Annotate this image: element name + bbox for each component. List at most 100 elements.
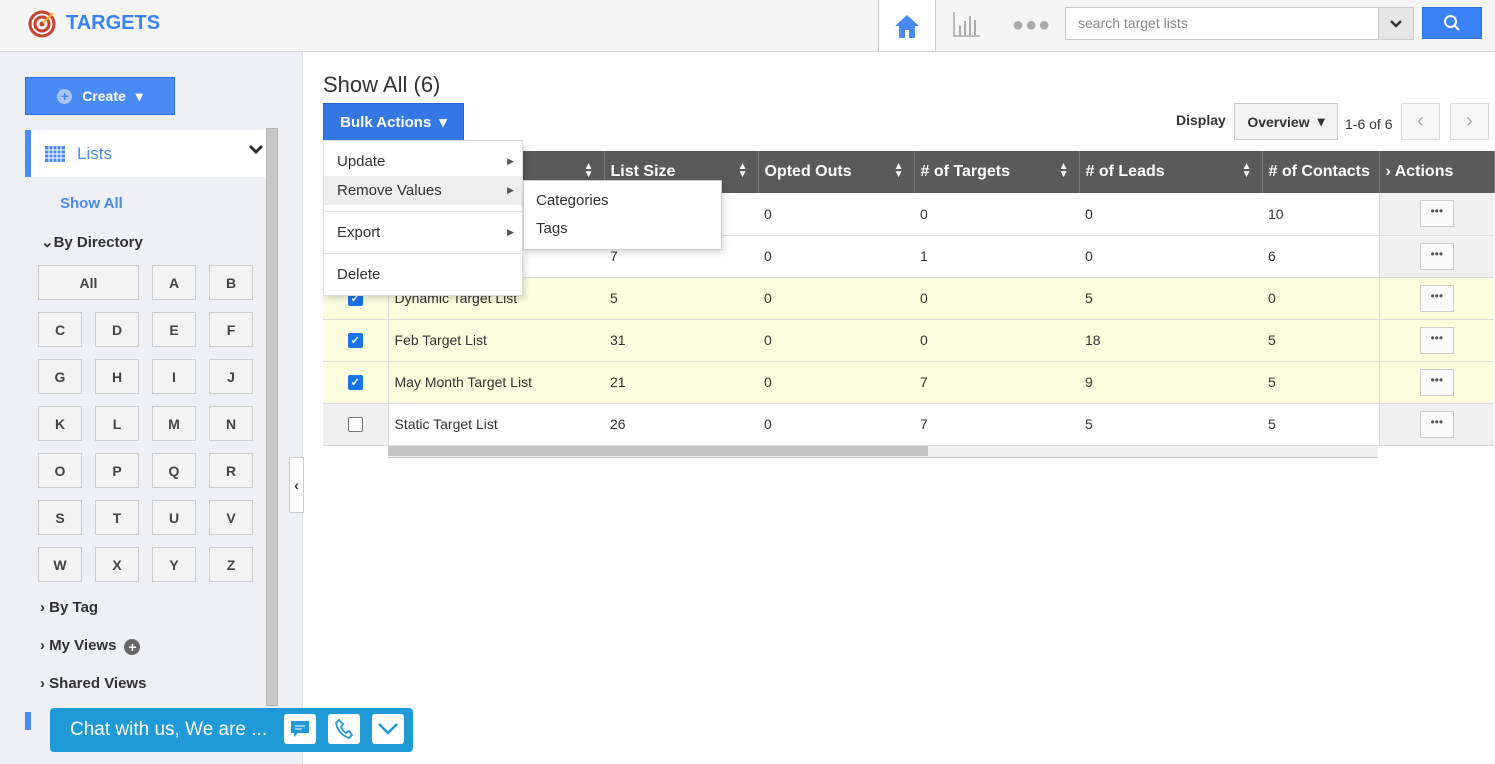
directory-letter-q[interactable]: Q bbox=[152, 453, 196, 488]
directory-letter-y[interactable]: Y bbox=[152, 547, 196, 582]
home-tab[interactable] bbox=[878, 0, 936, 51]
row-checkbox[interactable] bbox=[347, 417, 363, 433]
table-row[interactable]: ✓ May Month Target List 21 0 7 9 5 ••• bbox=[323, 361, 1494, 404]
cell-value: 10 bbox=[1262, 193, 1379, 236]
add-view-icon[interactable]: + bbox=[124, 639, 141, 655]
directory-letter-c[interactable]: C bbox=[38, 312, 82, 347]
menu-divider bbox=[324, 253, 522, 254]
sidebar-item-lists[interactable]: Lists bbox=[25, 130, 266, 177]
cell-value: 0 bbox=[1079, 235, 1262, 278]
row-checkbox[interactable]: ✓ bbox=[347, 333, 363, 349]
by-tag-toggle[interactable]: › By Tag bbox=[40, 599, 98, 616]
prev-page-button[interactable]: ‹ bbox=[1401, 103, 1440, 140]
directory-letter-f[interactable]: F bbox=[209, 312, 253, 347]
directory-letter-r[interactable]: R bbox=[209, 453, 253, 488]
directory-letter-v[interactable]: V bbox=[209, 500, 253, 535]
cell-value: 7 bbox=[914, 403, 1079, 446]
row-checkbox-cell[interactable] bbox=[323, 403, 389, 446]
directory-letter-o[interactable]: O bbox=[38, 453, 82, 488]
horizontal-scrollbar[interactable] bbox=[388, 446, 1378, 458]
directory-letter-all[interactable]: All bbox=[38, 265, 139, 300]
column-header-of-targets[interactable]: # of Targets ▲ ▼ bbox=[914, 151, 1080, 193]
chat-message-button[interactable] bbox=[284, 714, 316, 744]
directory-letter-p[interactable]: P bbox=[95, 453, 139, 488]
row-checkbox-cell[interactable]: ✓ bbox=[323, 319, 389, 362]
directory-letter-i[interactable]: I bbox=[152, 359, 196, 394]
actions-cell: ••• bbox=[1378, 277, 1494, 320]
sort-icon[interactable]: ▲ ▼ bbox=[894, 162, 904, 180]
more-actions-button[interactable]: ••• bbox=[1419, 284, 1454, 312]
submenu-item-categories[interactable]: Categories bbox=[524, 187, 721, 215]
create-button[interactable]: + Create ▾ bbox=[25, 77, 175, 115]
scrollbar-thumb[interactable] bbox=[388, 446, 928, 456]
list-name[interactable]: Feb Target List bbox=[388, 319, 604, 362]
my-views-toggle[interactable]: › My Views + bbox=[40, 637, 141, 655]
cell-value: 1 bbox=[914, 235, 1079, 278]
plus-circle-icon: + bbox=[57, 88, 73, 104]
column-header-of-contacts[interactable]: # of Contacts bbox=[1262, 151, 1380, 193]
directory-letter-a[interactable]: A bbox=[152, 265, 196, 300]
column-header-opted-outs[interactable]: Opted Outs ▲ ▼ bbox=[758, 151, 915, 193]
column-header-of-leads[interactable]: # of Leads ▲ ▼ bbox=[1079, 151, 1263, 193]
menu-item-export[interactable]: Export ▶ bbox=[324, 218, 522, 247]
more-icon[interactable]: ●●● bbox=[1012, 14, 1051, 37]
next-page-button[interactable]: › bbox=[1450, 103, 1489, 140]
sidebar-scrollbar[interactable] bbox=[266, 128, 278, 706]
sort-icon[interactable]: ▲ ▼ bbox=[738, 162, 748, 180]
column-header-actions[interactable]: › Actions bbox=[1379, 151, 1495, 193]
row-checkbox[interactable]: ✓ bbox=[347, 375, 363, 391]
more-actions-button[interactable]: ••• bbox=[1419, 410, 1454, 438]
chevron-down-icon[interactable] bbox=[248, 142, 264, 160]
top-bar: TARGETS ●●● search target lists bbox=[0, 0, 1495, 52]
directory-letter-w[interactable]: W bbox=[38, 547, 82, 582]
directory-letter-g[interactable]: G bbox=[38, 359, 82, 394]
directory-letter-k[interactable]: K bbox=[38, 406, 82, 441]
table-row[interactable]: Static Target List 26 0 7 5 5 ••• bbox=[323, 403, 1494, 446]
chat-phone-button[interactable] bbox=[328, 714, 360, 744]
more-actions-button[interactable]: ••• bbox=[1419, 200, 1454, 228]
directory-letter-m[interactable]: M bbox=[152, 406, 196, 441]
directory-letter-l[interactable]: L bbox=[95, 406, 139, 441]
by-directory-toggle[interactable]: ⌄By Directory bbox=[41, 233, 143, 251]
submenu-item-tags[interactable]: Tags bbox=[524, 215, 721, 243]
bulk-actions-button[interactable]: Bulk Actions ▾ bbox=[323, 103, 464, 141]
sort-icon[interactable]: ▲ ▼ bbox=[1059, 162, 1069, 180]
pagination-info: 1-6 of 6 bbox=[1345, 116, 1393, 132]
directory-letter-n[interactable]: N bbox=[209, 406, 253, 441]
menu-item-delete[interactable]: Delete bbox=[324, 260, 522, 289]
bar-chart-icon[interactable] bbox=[952, 10, 982, 38]
display-select[interactable]: Overview ▾ bbox=[1234, 103, 1338, 140]
row-checkbox-cell[interactable]: ✓ bbox=[323, 361, 389, 404]
directory-letter-d[interactable]: D bbox=[95, 312, 139, 347]
list-name[interactable]: May Month Target List bbox=[388, 361, 604, 404]
menu-item-remove-values[interactable]: Remove Values ▶ bbox=[324, 176, 522, 205]
search-input[interactable]: search target lists bbox=[1065, 7, 1379, 40]
directory-letter-t[interactable]: T bbox=[95, 500, 139, 535]
chat-email-button[interactable] bbox=[372, 714, 404, 744]
sort-icon[interactable]: ▲ ▼ bbox=[1242, 162, 1252, 180]
more-actions-button[interactable]: ••• bbox=[1419, 368, 1454, 396]
menu-item-update[interactable]: Update ▶ bbox=[324, 147, 522, 176]
shared-views-toggle[interactable]: › Shared Views bbox=[40, 675, 146, 692]
more-actions-button[interactable]: ••• bbox=[1419, 242, 1454, 270]
search-button[interactable] bbox=[1422, 7, 1482, 39]
cell-value: 0 bbox=[758, 235, 914, 278]
more-actions-button[interactable]: ••• bbox=[1419, 326, 1454, 354]
list-name[interactable]: Static Target List bbox=[388, 403, 604, 446]
directory-letter-u[interactable]: U bbox=[152, 500, 196, 535]
directory-letter-b[interactable]: B bbox=[209, 265, 253, 300]
chat-widget[interactable]: Chat with us, We are ... bbox=[50, 708, 413, 752]
directory-letter-z[interactable]: Z bbox=[209, 547, 253, 582]
directory-letter-j[interactable]: J bbox=[209, 359, 253, 394]
directory-letter-s[interactable]: S bbox=[38, 500, 82, 535]
table-row[interactable]: ✓ Feb Target List 31 0 0 18 5 ••• bbox=[323, 319, 1494, 362]
directory-letter-h[interactable]: H bbox=[95, 359, 139, 394]
sidebar-item-show-all[interactable]: Show All bbox=[60, 195, 123, 212]
cell-value: 0 bbox=[758, 361, 914, 404]
directory-letter-x[interactable]: X bbox=[95, 547, 139, 582]
cell-value: 0 bbox=[758, 319, 914, 362]
directory-letter-e[interactable]: E bbox=[152, 312, 196, 347]
collapse-sidebar-button[interactable]: ‹ bbox=[289, 457, 304, 513]
search-dropdown-button[interactable] bbox=[1379, 7, 1414, 40]
app-logo[interactable]: TARGETS bbox=[28, 8, 160, 38]
